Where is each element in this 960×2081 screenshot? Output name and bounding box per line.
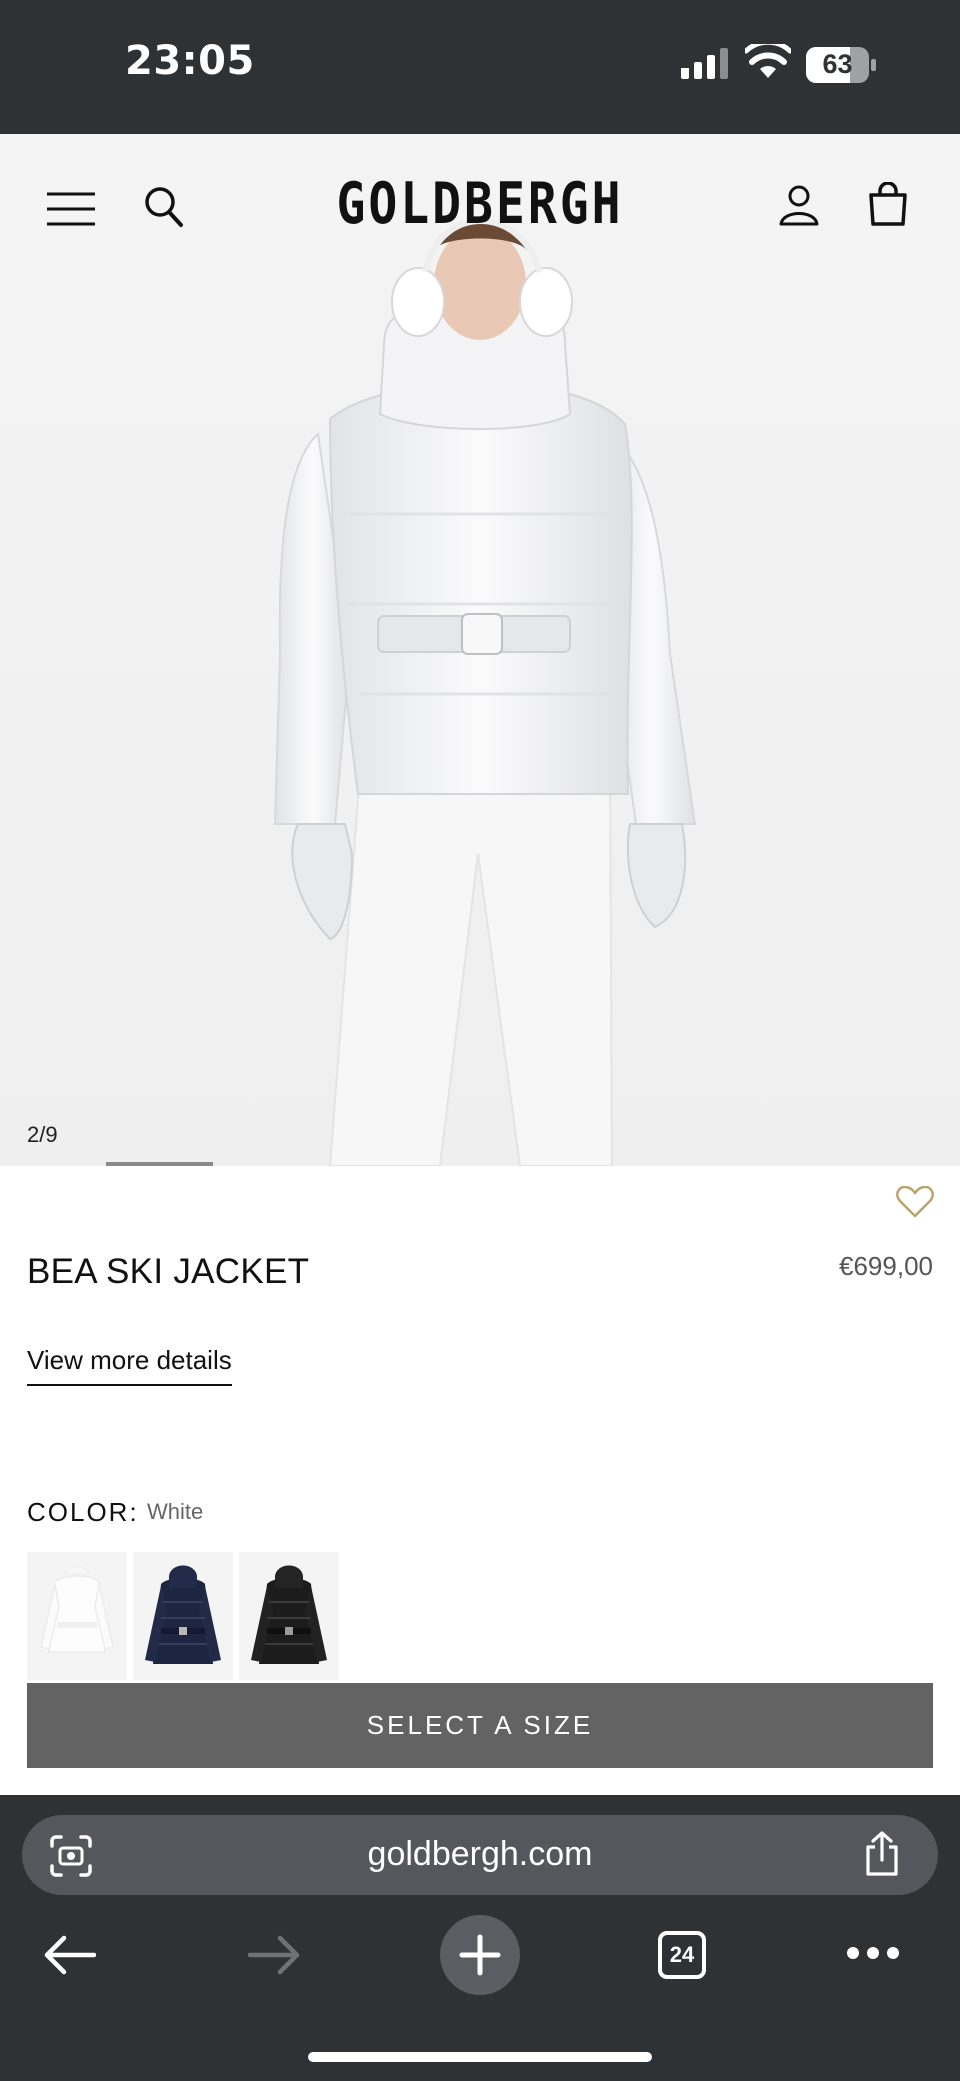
- battery-level: 63: [822, 49, 853, 79]
- shopping-bag-icon[interactable]: [868, 182, 908, 226]
- product-price: €699,00: [839, 1251, 933, 1281]
- back-arrow-icon[interactable]: [44, 1935, 96, 1975]
- account-icon[interactable]: [778, 184, 820, 226]
- product-gallery[interactable]: GOLDBERGH 2/9: [0, 134, 960, 1166]
- select-size-button[interactable]: SELECT A SIZE: [27, 1683, 933, 1768]
- white-jacket-thumbnail: [40, 1566, 114, 1653]
- status-time: 23:05: [125, 38, 255, 84]
- share-icon[interactable]: [862, 1831, 902, 1877]
- swatch-black[interactable]: [239, 1552, 339, 1680]
- swatch-white[interactable]: [27, 1552, 127, 1680]
- black-jacket-thumbnail: [251, 1565, 327, 1664]
- wifi-icon: [745, 44, 791, 78]
- tabs-overview-button[interactable]: 24: [658, 1931, 706, 1979]
- gallery-progress-bar: [106, 1162, 213, 1166]
- product-photo[interactable]: [0, 134, 960, 1166]
- product-name: BEA SKI JACKET: [27, 1252, 310, 1291]
- url-text[interactable]: goldbergh.com: [22, 1835, 938, 1874]
- browser-toolbar: goldbergh.com 24: [0, 1795, 960, 2081]
- color-label: COLOR:: [27, 1497, 139, 1527]
- new-tab-plus-icon[interactable]: [440, 1915, 520, 1995]
- navy-jacket-thumbnail: [145, 1565, 221, 1664]
- address-bar[interactable]: goldbergh.com: [22, 1815, 938, 1895]
- wishlist-heart-icon[interactable]: [896, 1186, 934, 1218]
- gallery-counter: 2/9: [27, 1122, 58, 1147]
- selected-color: White: [147, 1499, 204, 1524]
- battery-indicator: 63: [806, 47, 876, 83]
- swatch-navy[interactable]: [133, 1552, 233, 1680]
- home-indicator: [308, 2052, 652, 2062]
- more-options-icon[interactable]: [846, 1945, 900, 1961]
- view-details-link[interactable]: View more details: [27, 1345, 232, 1386]
- cellular-signal-icon: [681, 48, 728, 79]
- site-header: GOLDBERGH: [0, 134, 960, 274]
- forward-arrow-icon: [248, 1935, 300, 1975]
- status-bar: 23:05 63: [0, 0, 960, 134]
